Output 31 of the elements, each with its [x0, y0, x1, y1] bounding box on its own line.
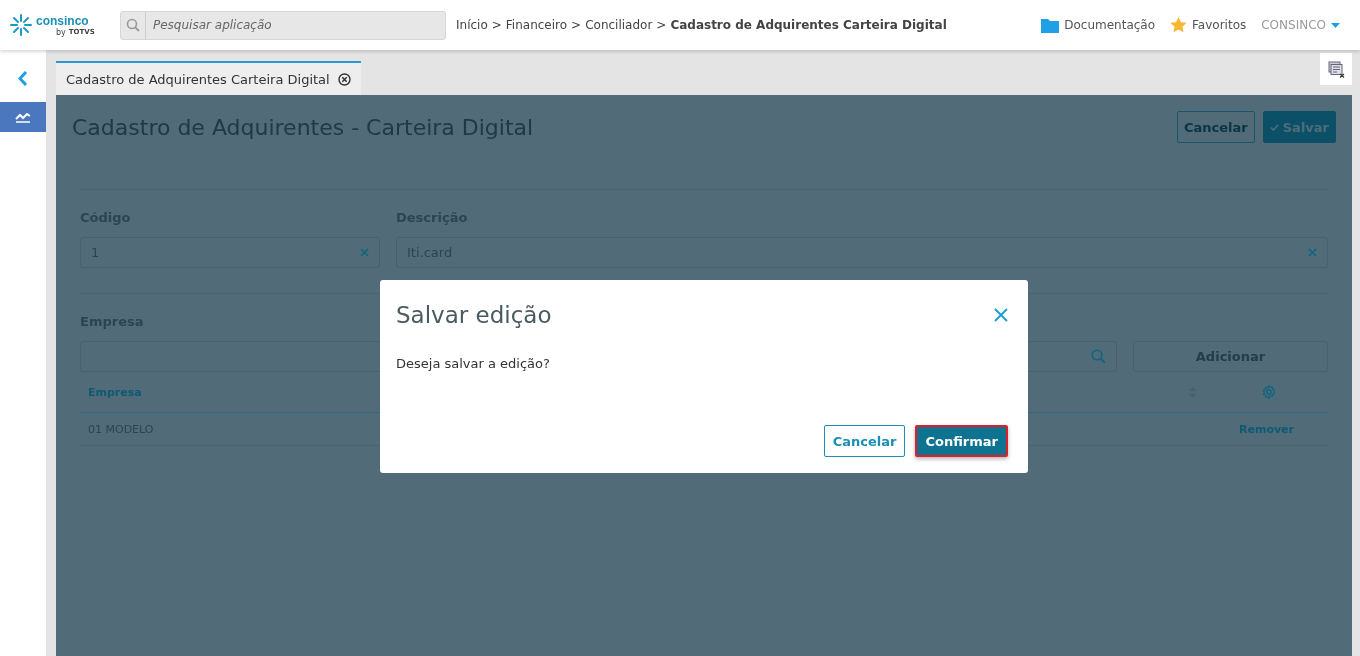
- breadcrumb-item[interactable]: Conciliador: [585, 18, 653, 32]
- caret-icon: [1331, 22, 1340, 28]
- check-icon: [1269, 123, 1279, 131]
- logo-text: consinco: [36, 13, 90, 28]
- chevron-left-icon[interactable]: [18, 70, 28, 86]
- breadcrumb-item: >: [571, 18, 582, 32]
- dialog-title: Salvar edição: [396, 302, 552, 328]
- breadcrumb-item: >: [491, 18, 502, 32]
- tab[interactable]: Cadastro de Adquirentes Carteira Digital: [56, 61, 361, 95]
- logo-icon: [10, 13, 32, 36]
- search-icon: [126, 18, 140, 32]
- logo-by: by: [56, 27, 66, 37]
- sidebar-item[interactable]: [0, 102, 46, 132]
- close-all-tabs-icon[interactable]: [1327, 60, 1345, 78]
- confirm-button[interactable]: Confirmar: [915, 425, 1008, 457]
- search-field[interactable]: Pesquisar aplicação: [120, 10, 446, 40]
- breadcrumb-item[interactable]: Cadastro de Adquirentes Carteira Digital: [670, 18, 947, 32]
- dialog-message: Deseja salvar a edição?: [396, 356, 551, 371]
- close-icon[interactable]: [337, 72, 351, 86]
- breadcrumb-item[interactable]: Início: [456, 18, 488, 32]
- search-icon: [1091, 349, 1106, 364]
- folder-icon: [1041, 17, 1060, 33]
- cancel-button[interactable]: Cancelar: [823, 425, 906, 457]
- documentation-link[interactable]: Documentação: [1064, 18, 1156, 32]
- star-icon: [1170, 17, 1188, 33]
- chart-icon: [15, 111, 31, 123]
- user-menu[interactable]: CONSINCO: [1261, 18, 1326, 32]
- breadcrumb-item: >: [656, 18, 667, 32]
- cancel-button[interactable]: Cancelar: [1177, 111, 1255, 143]
- breadcrumb-item[interactable]: Financeiro: [505, 18, 568, 32]
- favorites-link[interactable]: Favoritos: [1192, 18, 1247, 32]
